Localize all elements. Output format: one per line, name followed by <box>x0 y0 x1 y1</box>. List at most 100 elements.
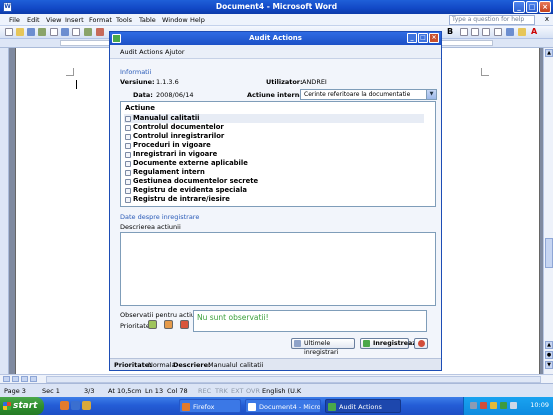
status-ovr[interactable]: OVR <box>246 387 260 395</box>
align-left-icon[interactable] <box>460 28 468 36</box>
list-item[interactable]: Controlul documentelor <box>124 123 424 132</box>
checkbox-icon[interactable] <box>125 197 131 203</box>
previous-page-icon[interactable]: ▲ <box>545 341 553 349</box>
status-ext[interactable]: EXT <box>231 387 243 395</box>
task-firefox[interactable]: Firefox <box>179 399 241 413</box>
menu-audit-actions[interactable]: Audit Actions <box>120 48 163 56</box>
align-right-icon[interactable] <box>482 28 490 36</box>
new-document-icon[interactable] <box>5 28 13 36</box>
task-word[interactable]: Document4 - Microsof... <box>245 399 321 413</box>
list-item[interactable]: Manualul calitatii <box>124 114 424 123</box>
justify-icon[interactable] <box>494 28 502 36</box>
checkbox-icon[interactable] <box>125 170 131 176</box>
dropdown-arrow-icon[interactable]: ▼ <box>426 90 436 99</box>
priority-normal-button[interactable] <box>164 320 173 329</box>
cancel-button[interactable] <box>414 338 428 349</box>
outline-view-icon[interactable] <box>30 376 37 382</box>
align-center-icon[interactable] <box>471 28 479 36</box>
inregistreaza-button[interactable]: Inregistreaza <box>360 338 420 349</box>
checkbox-icon[interactable] <box>125 134 131 140</box>
normal-view-icon[interactable] <box>3 376 10 382</box>
next-page-icon[interactable]: ▼ <box>545 361 553 369</box>
actiune-interna-select[interactable]: Cerinte referitoare la documentatie ▼ <box>300 89 437 100</box>
checkbox-icon[interactable] <box>125 152 131 158</box>
list-item[interactable]: Regulament intern <box>124 168 424 177</box>
dialog-title-bar: Audit Actions _ □ × <box>110 32 441 45</box>
list-item[interactable]: Registru de intrare/iesire <box>124 195 424 204</box>
border-icon[interactable] <box>506 28 514 36</box>
print-icon[interactable] <box>61 28 69 36</box>
checkbox-icon[interactable] <box>125 116 131 122</box>
maximize-icon[interactable]: □ <box>526 1 538 13</box>
horizontal-scroll-track[interactable] <box>46 376 541 383</box>
checkbox-icon[interactable] <box>125 179 131 185</box>
vertical-scrollbar[interactable]: ▲ ▲ ● ▼ <box>543 48 553 374</box>
web-view-icon[interactable] <box>12 376 19 382</box>
maximize-icon[interactable]: □ <box>418 33 428 43</box>
open-icon[interactable] <box>16 28 24 36</box>
close-document-icon[interactable]: x <box>545 15 549 23</box>
tray-app-icon[interactable] <box>480 402 487 409</box>
horizontal-scrollbar[interactable] <box>0 374 553 383</box>
priority-high-button[interactable] <box>180 320 189 329</box>
email-icon[interactable] <box>50 28 58 36</box>
status-descriere-value: Manualul calitatii <box>208 361 264 369</box>
status-trk[interactable]: TRK <box>215 387 228 395</box>
menu-file[interactable]: File <box>9 16 20 24</box>
tray-network-icon[interactable] <box>500 402 507 409</box>
keyboard-icon[interactable] <box>470 402 477 409</box>
task-audit-actions[interactable]: Audit Actions <box>325 399 401 413</box>
spelling-icon[interactable] <box>84 28 92 36</box>
list-item-label: Proceduri in vigoare <box>133 141 211 149</box>
ie-quick-icon[interactable] <box>71 401 80 410</box>
explorer-quick-icon[interactable] <box>82 401 91 410</box>
research-icon[interactable] <box>96 28 104 36</box>
menu-view[interactable]: View <box>46 16 61 24</box>
start-button[interactable]: start <box>0 397 44 415</box>
list-item[interactable]: Registru de evidenta speciala <box>124 186 424 195</box>
select-browse-object-icon[interactable]: ● <box>545 351 553 359</box>
close-icon[interactable]: × <box>429 33 439 43</box>
menu-edit[interactable]: Edit <box>27 16 40 24</box>
save-icon[interactable] <box>27 28 35 36</box>
status-prioritate-label: Prioritate: <box>114 361 152 369</box>
help-search-input[interactable]: Type a question for help <box>449 15 535 25</box>
bold-icon[interactable]: B <box>447 27 453 36</box>
firefox-quick-icon[interactable] <box>60 401 69 410</box>
close-icon[interactable]: × <box>539 1 551 13</box>
menu-ajutor[interactable]: Ajutor <box>165 48 185 56</box>
highlight-icon[interactable] <box>518 28 526 36</box>
permission-icon[interactable] <box>38 28 46 36</box>
menu-insert[interactable]: Insert <box>65 16 84 24</box>
menu-table[interactable]: Table <box>139 16 156 24</box>
ultimele-inregistrari-button[interactable]: Ultimele inregistrari <box>291 338 355 356</box>
actions-list[interactable]: Actiune Manualul calitatii Controlul docu… <box>120 101 436 207</box>
info-group-label: Informatii <box>120 68 152 76</box>
priority-low-button[interactable] <box>148 320 157 329</box>
menu-tools[interactable]: Tools <box>116 16 132 24</box>
print-preview-icon[interactable] <box>72 28 80 36</box>
checkbox-icon[interactable] <box>125 125 131 131</box>
status-rec[interactable]: REC <box>198 387 211 395</box>
list-item[interactable]: Gestiunea documentelor secrete <box>124 177 424 186</box>
minimize-icon[interactable]: _ <box>407 33 417 43</box>
font-color-icon[interactable]: A <box>531 27 537 36</box>
menu-window[interactable]: Window <box>162 16 188 24</box>
checkbox-icon[interactable] <box>125 143 131 149</box>
checkbox-icon[interactable] <box>125 161 131 167</box>
volume-icon[interactable] <box>510 402 517 409</box>
list-item[interactable]: Documente externe aplicabile <box>124 159 424 168</box>
scroll-up-icon[interactable]: ▲ <box>545 49 553 57</box>
observatii-textarea[interactable]: Nu sunt observatii! <box>193 310 427 332</box>
list-item[interactable]: Inregistrari in vigoare <box>124 150 424 159</box>
list-item[interactable]: Proceduri in vigoare <box>124 141 424 150</box>
list-item[interactable]: Controlul inregistrarilor <box>124 132 424 141</box>
menu-help[interactable]: Help <box>190 16 205 24</box>
scroll-thumb[interactable] <box>545 238 553 268</box>
tray-update-icon[interactable] <box>490 402 497 409</box>
minimize-icon[interactable]: _ <box>513 1 525 13</box>
descriere-textarea[interactable] <box>120 232 436 306</box>
print-layout-icon[interactable] <box>21 376 28 382</box>
checkbox-icon[interactable] <box>125 188 131 194</box>
menu-format[interactable]: Format <box>89 16 112 24</box>
